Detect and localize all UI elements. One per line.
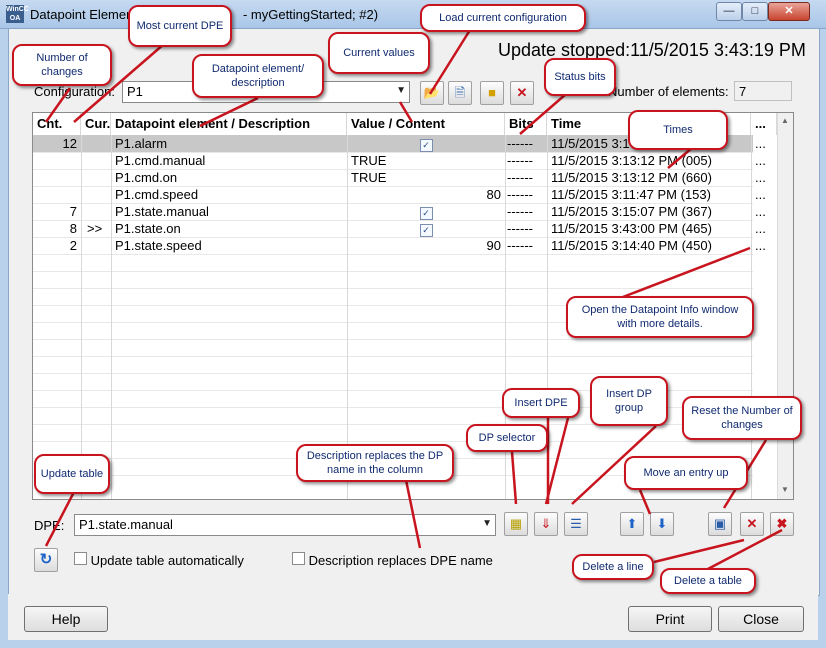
callout-delete-line: Delete a line: [572, 554, 654, 580]
callout-insert-dpe: Insert DPE: [502, 388, 580, 418]
callout-insert-dp-group: Insert DP group: [590, 376, 668, 426]
callout-times: Times: [628, 110, 728, 150]
callout-delete-table: Delete a table: [660, 568, 756, 594]
callout-reset-changes: Reset the Number of changes: [682, 396, 802, 440]
callout-open-info: Open the Datapoint Info window with more…: [566, 296, 754, 338]
callout-status-bits: Status bits: [544, 58, 616, 96]
callout-load-configuration: Load current configuration: [420, 4, 586, 32]
callout-current-values: Current values: [328, 32, 430, 74]
callout-description-column: Description replaces the DP name in the …: [296, 444, 454, 482]
callout-dpe-description: Datapoint element/ description: [192, 54, 324, 98]
callout-most-current-dpe: Most current DPE: [128, 5, 232, 47]
callout-number-of-changes: Number of changes: [12, 44, 112, 86]
callout-update-table: Update table: [34, 454, 110, 494]
callout-move-up: Move an entry up: [624, 456, 748, 490]
callout-dp-selector: DP selector: [466, 424, 548, 452]
